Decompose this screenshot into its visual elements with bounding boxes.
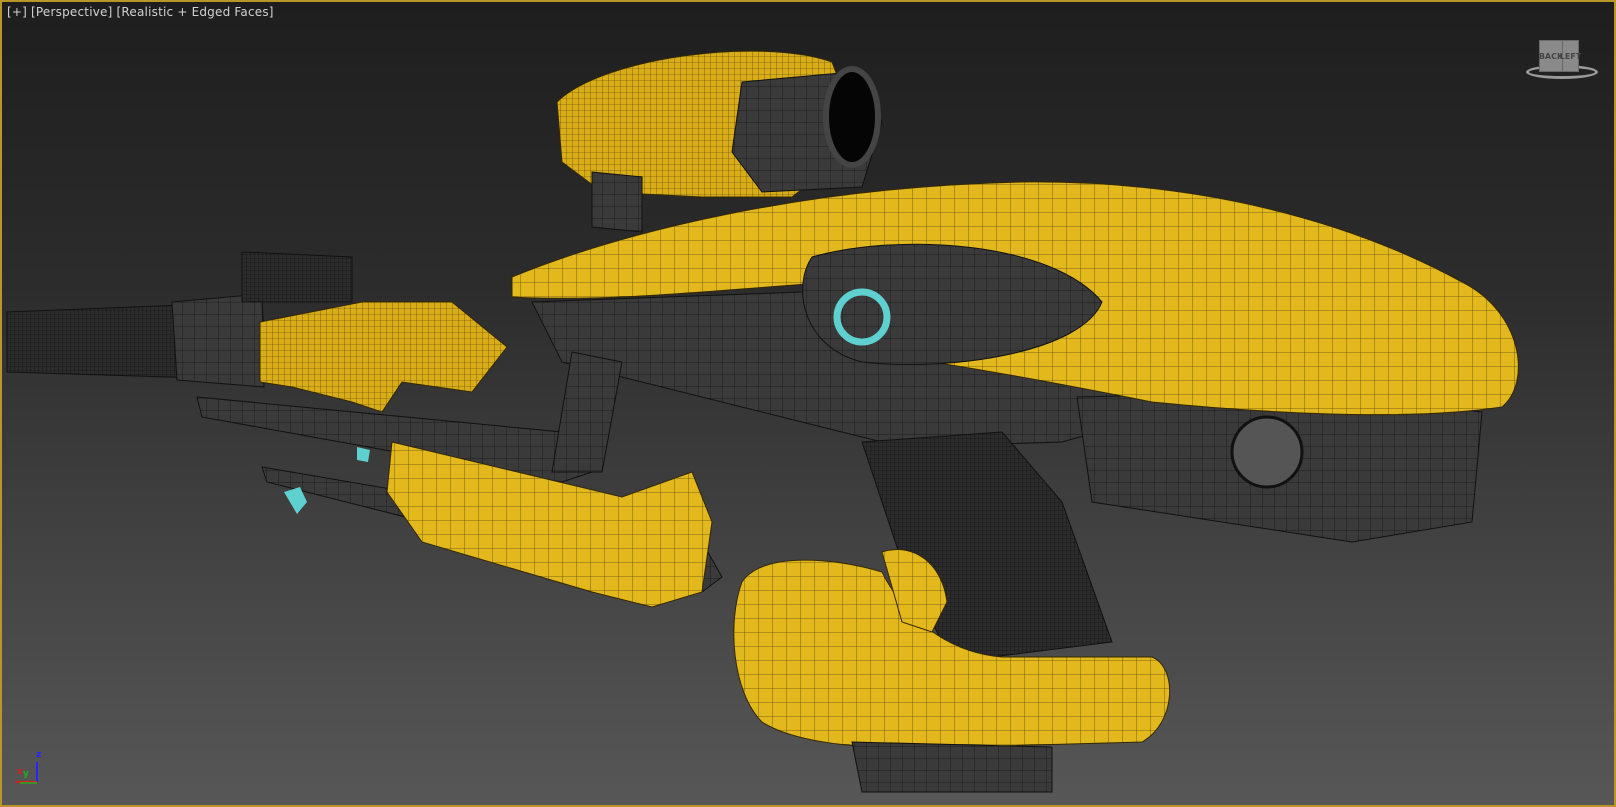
- axis-lines: [15, 762, 38, 784]
- weapon-model[interactable]: [2, 2, 1614, 805]
- viewcube-face-left[interactable]: LEFT: [1560, 40, 1581, 72]
- viewport-perspective[interactable]: [+] [Perspective] [Realistic + Edged Fac…: [0, 0, 1616, 807]
- viewcube[interactable]: BACK LEFT: [1524, 38, 1604, 84]
- adjustment-knob: [1230, 415, 1304, 489]
- axis-tripod: z x y: [10, 750, 50, 790]
- grip-base: [851, 741, 1053, 793]
- barrel-rings: [171, 293, 265, 388]
- scope-mount: [591, 171, 643, 233]
- axis-x-label: x: [17, 767, 23, 777]
- front-grip: [551, 351, 623, 473]
- scope-lens: [823, 66, 881, 168]
- cyan-detail: [357, 447, 370, 462]
- axis-z-label: z: [36, 750, 42, 760]
- rear-sight: [241, 251, 353, 303]
- axis-y-label: y: [23, 769, 29, 779]
- front-handguard: [259, 301, 508, 413]
